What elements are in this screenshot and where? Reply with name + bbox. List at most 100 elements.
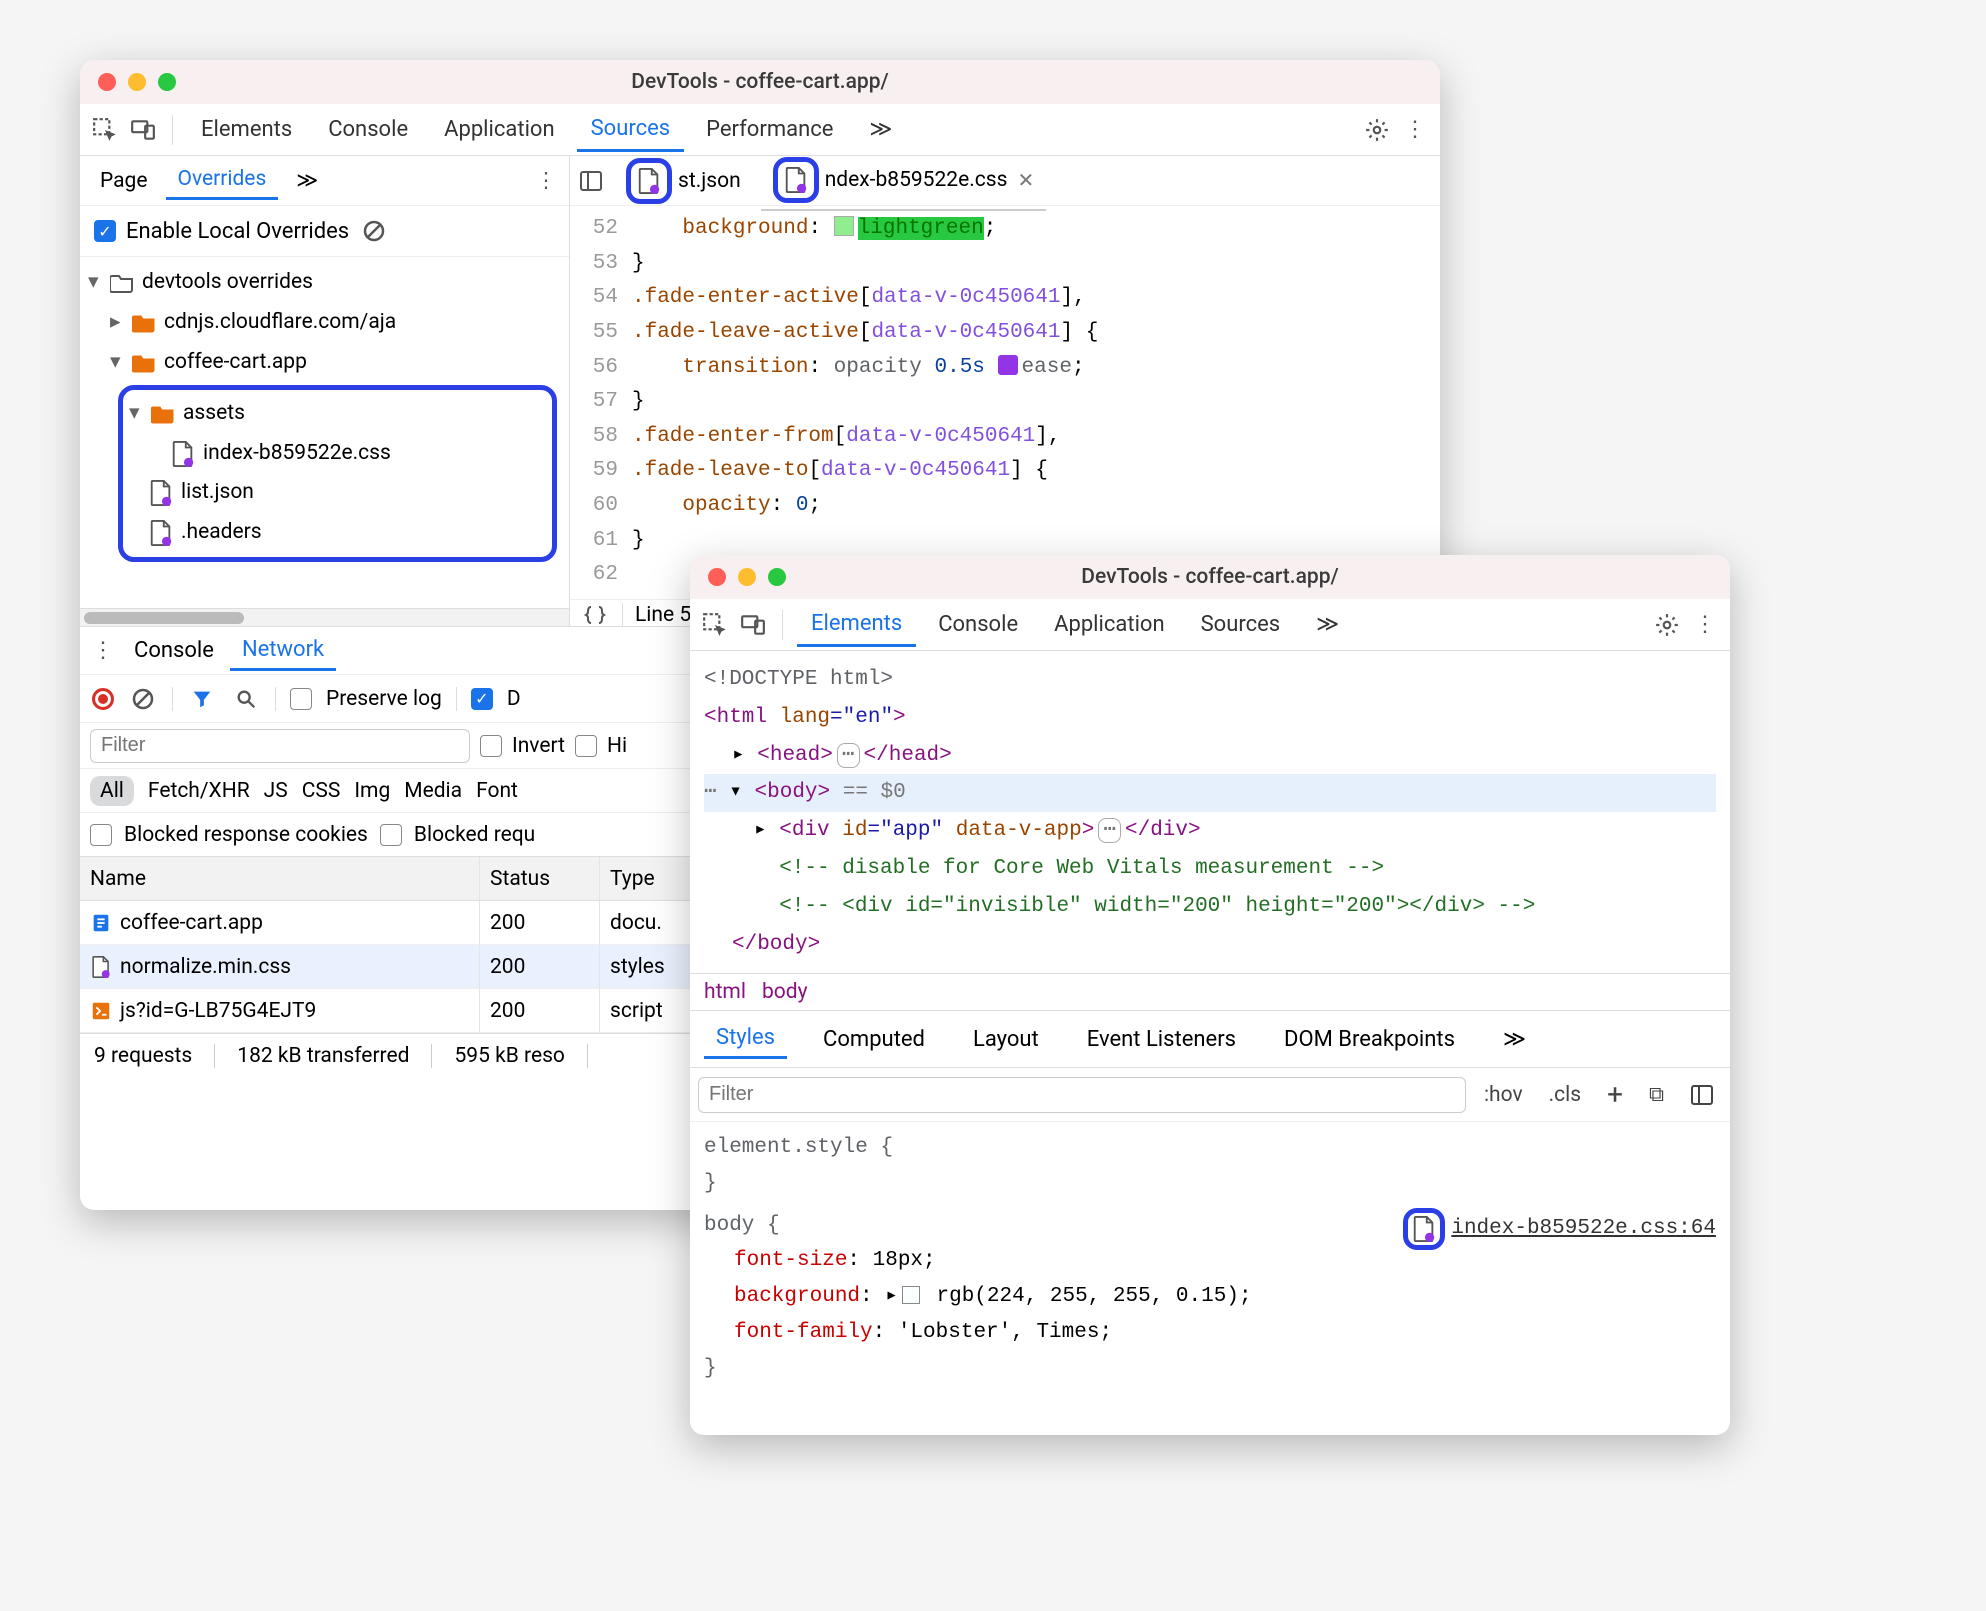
dom-comment[interactable]: <!-- disable for Core Web Vitals measure… [704,850,1716,888]
styles-body[interactable]: element.style { } index-b859522e.css:64 … [690,1122,1730,1394]
close-tab-icon[interactable]: ✕ [1017,168,1034,192]
tab-more[interactable]: ≫ [1491,1021,1538,1058]
tab-event-listeners[interactable]: Event Listeners [1075,1021,1248,1058]
inspect-icon[interactable] [700,610,730,640]
subtab-more[interactable]: ≫ [284,162,330,199]
devtools-window-elements: DevTools - coffee-cart.app/ Elements Con… [690,555,1730,1435]
record-icon[interactable] [92,688,114,710]
device-toggle-icon[interactable] [738,610,768,640]
crumb[interactable]: body [762,980,808,1004]
tree-folder[interactable]: ▾assets [129,394,546,434]
tab-layout[interactable]: Layout [961,1021,1051,1058]
tab-more[interactable]: ≫ [855,109,906,150]
dom-node[interactable]: </body> [704,926,1716,964]
code-editor[interactable]: 52 background: lightgreen;53}54.fade-ent… [570,206,1440,599]
tree-root[interactable]: ▾devtools overrides [88,263,561,303]
tree-file[interactable]: list.json [129,473,546,513]
filter-type[interactable]: Fetch/XHR [148,779,250,803]
close-window-icon[interactable] [708,568,726,586]
drawer-tab-console[interactable]: Console [122,632,226,669]
clear-icon[interactable] [128,684,158,714]
panel-tabs: Elements Console Application Sources ≫ ⋮ [690,599,1730,651]
settings-icon[interactable] [1652,610,1682,640]
tab-performance[interactable]: Performance [692,109,847,150]
styles-filter-input[interactable] [698,1077,1466,1113]
editor-tab-active[interactable]: ndex-b859522e.css ✕ [761,151,1047,211]
subtab-page[interactable]: Page [88,163,160,199]
tree-folder[interactable]: ▾coffee-cart.app [88,343,561,383]
filter-type[interactable]: JS [264,779,288,803]
source-link[interactable]: index-b859522e.css:64 [1403,1208,1716,1250]
tab-console[interactable]: Console [314,109,422,150]
new-rule-icon[interactable]: + [1599,1074,1631,1115]
filter-type[interactable]: All [90,776,134,806]
kebab-icon[interactable]: ⋮ [88,636,118,666]
editor-tab[interactable]: st.json [614,152,753,210]
blocked-requests-checkbox[interactable] [380,824,402,846]
dom-comment[interactable]: <!-- <div id="invisible" width="200" hei… [704,888,1716,926]
tab-more[interactable]: ≫ [1302,604,1353,645]
clear-icon[interactable] [359,216,389,246]
toggle-sidebar-icon[interactable] [576,166,606,196]
settings-icon[interactable] [1362,115,1392,145]
kebab-icon[interactable]: ⋮ [1690,610,1720,640]
kebab-icon[interactable]: ⋮ [1400,115,1430,145]
hide-checkbox[interactable] [575,735,597,757]
disable-cache-checkbox[interactable]: ✓ [471,688,493,710]
breadcrumb: html body [690,973,1730,1011]
dom-node[interactable]: <html lang="en"> [704,699,1716,737]
minimize-window-icon[interactable] [128,73,146,91]
dom-tree[interactable]: <!DOCTYPE html> <html lang="en"> ▸ <head… [690,651,1730,973]
dom-node[interactable]: <!DOCTYPE html> [704,661,1716,699]
toggle-sidebar-icon[interactable] [1682,1079,1722,1111]
tab-dom-breakpoints[interactable]: DOM Breakpoints [1272,1021,1467,1058]
search-icon[interactable] [231,684,261,714]
tab-sources[interactable]: Sources [1187,604,1295,645]
kebab-icon[interactable]: ⋮ [531,166,561,196]
crumb[interactable]: html [704,980,746,1004]
filter-type[interactable]: Img [354,779,390,803]
tab-console[interactable]: Console [924,604,1032,645]
tree-file[interactable]: .headers [129,513,546,553]
highlight-annotation [773,157,819,203]
highlight-annotation: ▾assets index-b859522e.css list.json .he… [118,385,557,563]
color-swatch-icon[interactable] [902,1286,920,1304]
blocked-cookies-checkbox[interactable] [90,824,112,846]
filter-type[interactable]: Font [476,779,518,803]
titlebar[interactable]: DevTools - coffee-cart.app/ [80,60,1440,104]
subtab-overrides[interactable]: Overrides [166,161,279,200]
tab-application[interactable]: Application [1040,604,1178,645]
tree-folder[interactable]: ▸cdnjs.cloudflare.com/aja [88,303,561,343]
device-toggle-icon[interactable] [128,115,158,145]
format-icon[interactable] [580,600,610,630]
dom-node-selected[interactable]: ⋯ ▾ <body> == $0 [704,774,1716,812]
toggle-pane-icon[interactable]: ⧉ [1641,1079,1672,1111]
hov-button[interactable]: :hov [1476,1079,1531,1111]
close-window-icon[interactable] [98,73,116,91]
tab-elements[interactable]: Elements [187,109,306,150]
minimize-window-icon[interactable] [738,568,756,586]
scrollbar[interactable] [80,608,569,626]
dom-node[interactable]: ▸ <head>⋯</head> [704,737,1716,775]
tab-application[interactable]: Application [430,109,568,150]
invert-checkbox[interactable] [480,735,502,757]
titlebar[interactable]: DevTools - coffee-cart.app/ [690,555,1730,599]
enable-overrides-checkbox[interactable]: ✓ [94,220,116,242]
inspect-icon[interactable] [90,115,120,145]
maximize-window-icon[interactable] [768,568,786,586]
maximize-window-icon[interactable] [158,73,176,91]
cls-button[interactable]: .cls [1541,1079,1589,1111]
tab-sources[interactable]: Sources [577,108,685,152]
network-filter-input[interactable] [90,729,470,763]
preserve-log-checkbox[interactable] [290,688,312,710]
filter-icon[interactable] [187,684,217,714]
tab-styles[interactable]: Styles [704,1019,787,1059]
drawer-tab-network[interactable]: Network [230,631,336,671]
filter-type[interactable]: CSS [302,779,341,803]
tab-computed[interactable]: Computed [811,1021,937,1058]
dom-node[interactable]: ▸ <div id="app" data-v-app>⋯</div> [704,812,1716,850]
filter-type[interactable]: Media [404,779,462,803]
tree-file[interactable]: index-b859522e.css [129,434,546,474]
override-file-icon [637,168,661,194]
tab-elements[interactable]: Elements [797,603,916,647]
